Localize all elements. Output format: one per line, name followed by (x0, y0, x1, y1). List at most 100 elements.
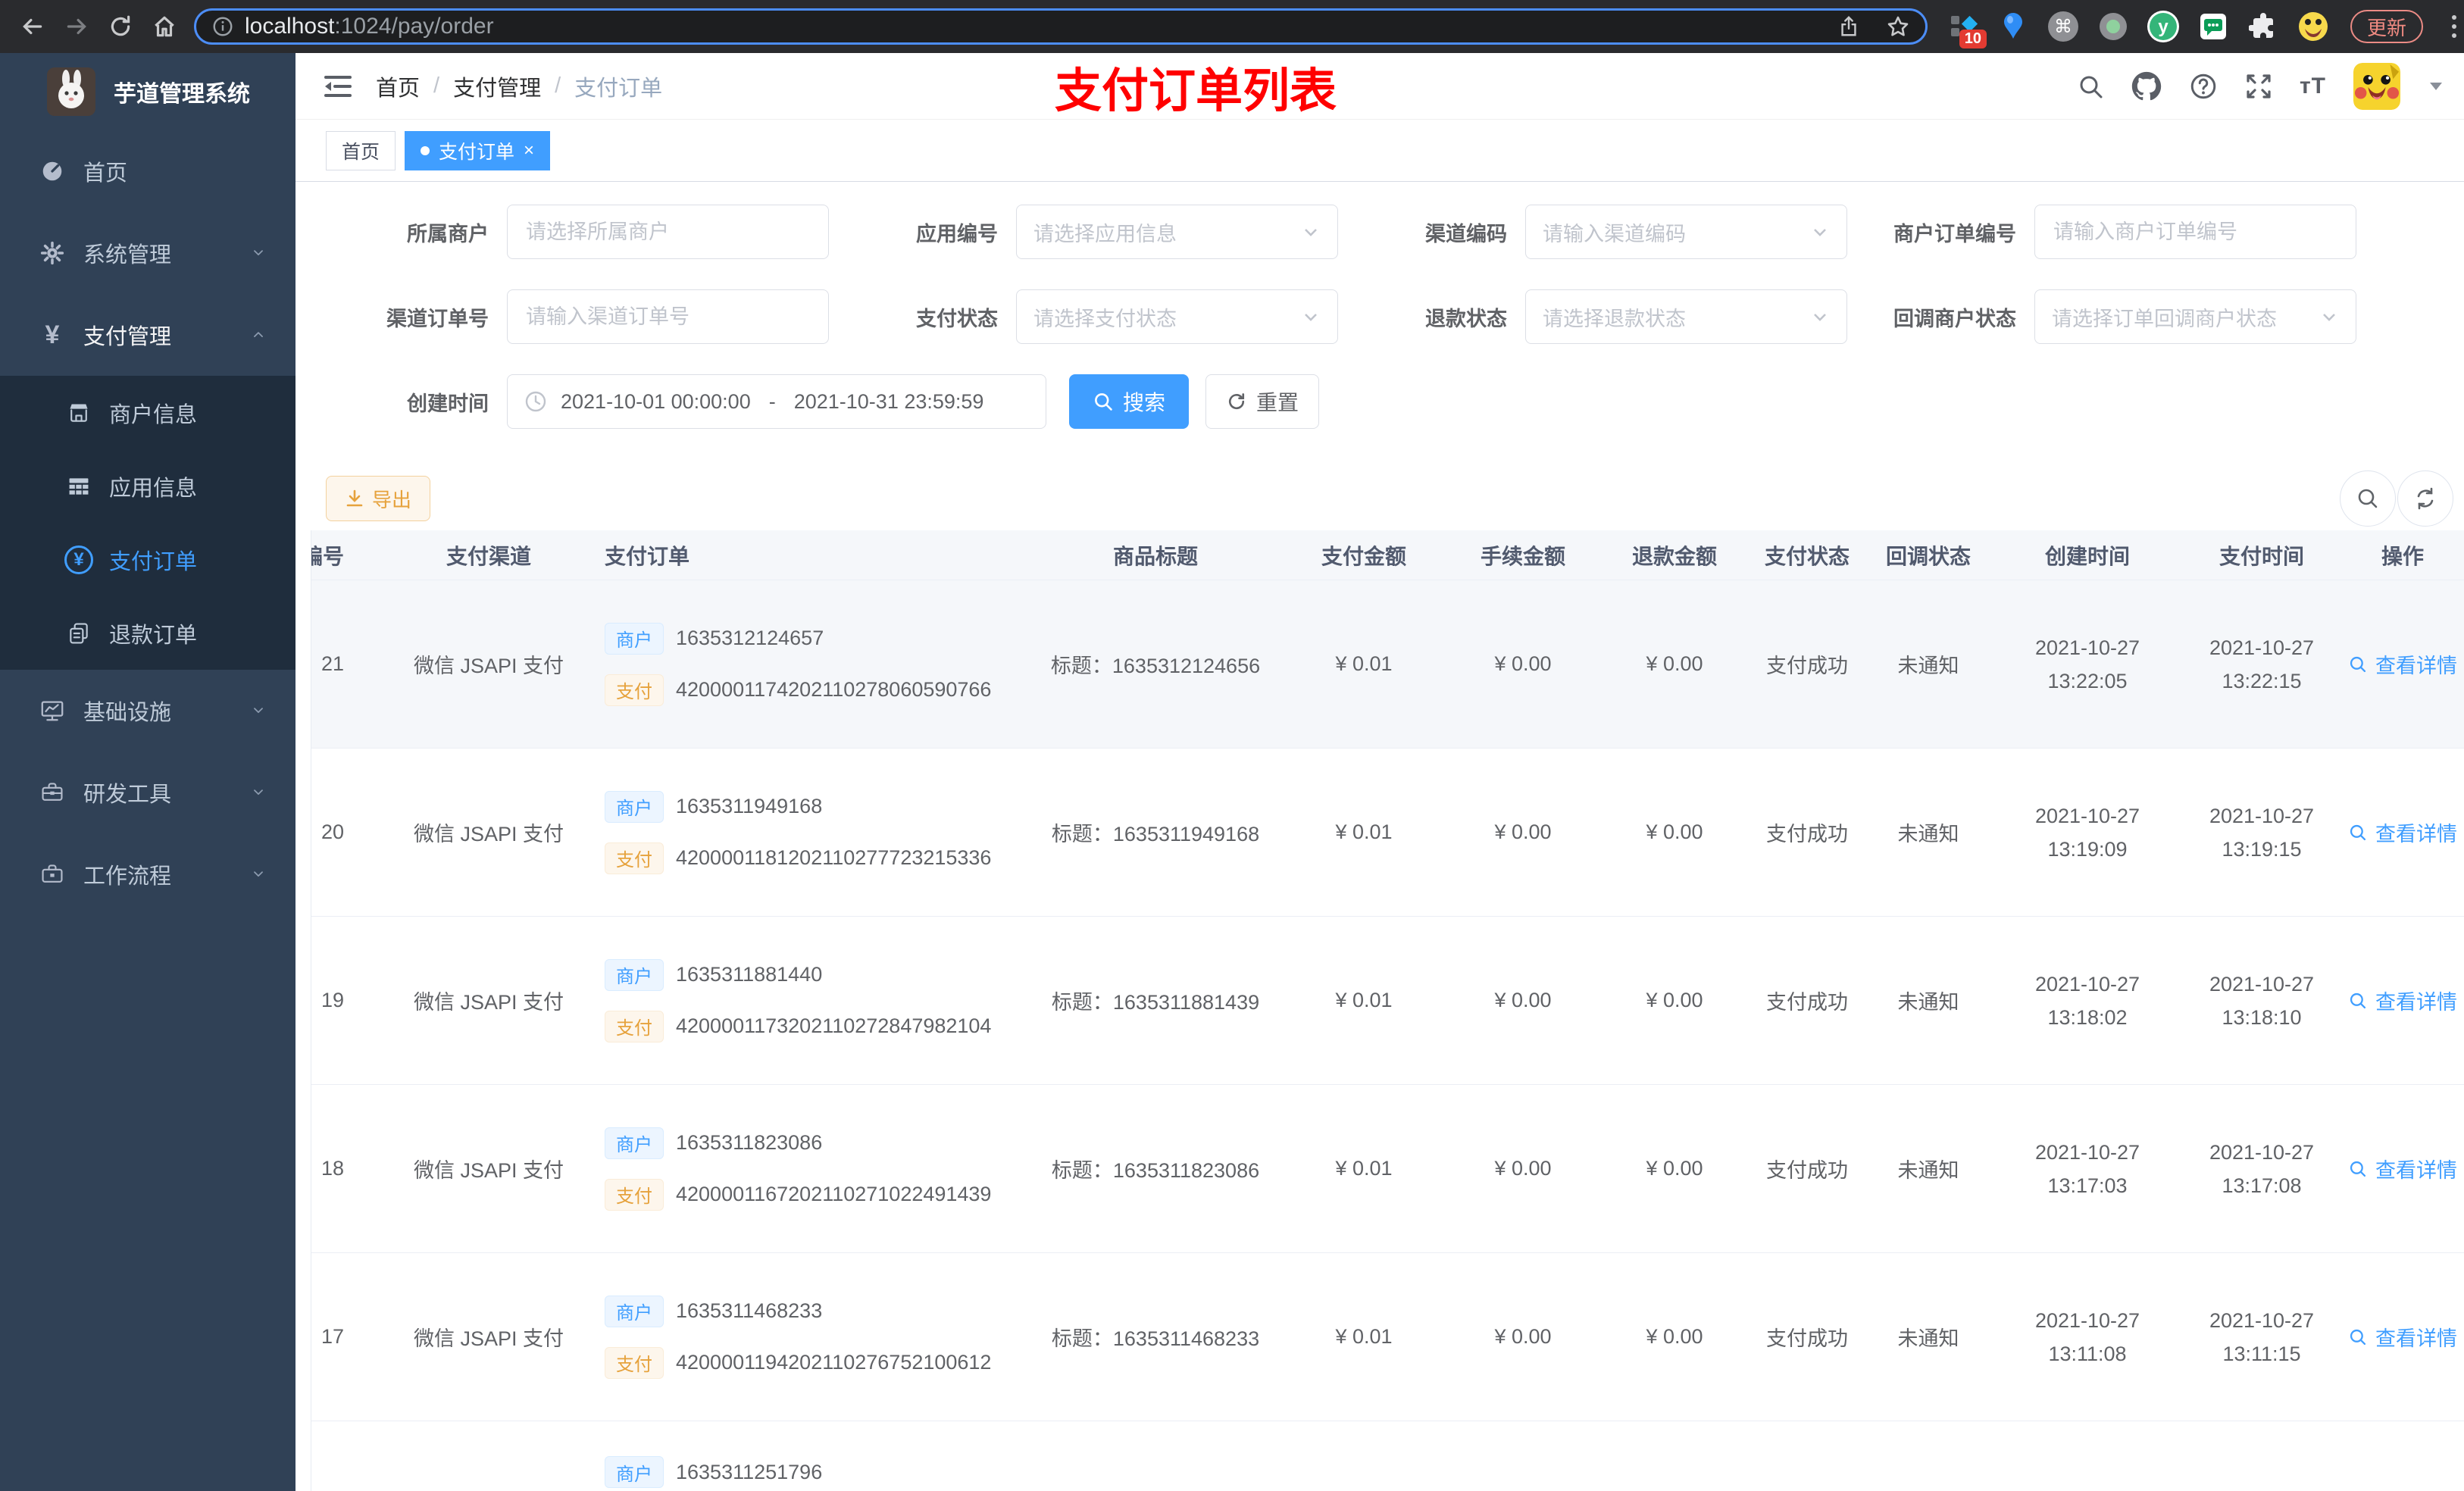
chat-extension-icon[interactable] (2196, 9, 2231, 44)
font-size-icon[interactable]: тT (2300, 73, 2326, 99)
recorder-extension-icon[interactable] (2096, 9, 2131, 44)
sidebar-item-基础设施[interactable]: 基础设施 (0, 670, 295, 752)
cell-product-title: 标题：1635312124656 (1050, 655, 1261, 677)
breadcrumb-home[interactable]: 首页 (376, 70, 420, 102)
refresh-table-button[interactable] (2397, 470, 2453, 527)
avatar[interactable] (2353, 62, 2400, 110)
show-search-toggle-button[interactable] (2340, 470, 2396, 527)
merchant-order-no-input[interactable] (2034, 205, 2356, 259)
sidebar-subitem-支付订单[interactable]: ¥ 支付订单 (0, 523, 295, 596)
profile-emoji-icon[interactable] (2296, 9, 2331, 44)
vue-devtools-extension-icon[interactable]: y (2146, 9, 2181, 44)
topbar: 首页 / 支付管理 / 支付订单 支付订单列表 тT (295, 53, 2464, 120)
column-header-编号: 编号 (311, 544, 344, 568)
browser-extensions: 10 ⌘ y 更新 (1946, 9, 2457, 48)
sidebar-item-系统管理[interactable]: 系统管理 (0, 212, 295, 294)
reset-label: 重置 (1256, 391, 1299, 414)
back-arrow-icon (23, 18, 42, 35)
create-time-separator: - (768, 389, 776, 413)
page-body: 所属商户 应用编号 请选择应用信息 渠道编码 请输入渠道编码 商户订单编号 (295, 182, 2464, 1491)
refund-status-select[interactable]: 请选择退款状态 (1525, 289, 1847, 344)
bookmark-star-icon[interactable] (1886, 14, 1910, 39)
fullscreen-icon[interactable] (2245, 73, 2272, 100)
sidebar-item-label: 基础设施 (83, 701, 172, 725)
sidebar-item-工作流程[interactable]: 工作流程 (0, 833, 295, 915)
browser-update-button[interactable]: 更新 (2350, 10, 2424, 43)
github-icon[interactable] (2131, 71, 2162, 102)
cell-pay-amount: ¥ 0.01 (1335, 652, 1393, 675)
sidebar-item-首页[interactable]: 首页 (0, 130, 295, 212)
view-detail-label: 查看详情 (2375, 1159, 2457, 1182)
reset-button[interactable]: 重置 (1205, 374, 1320, 429)
merchant-tag: 商户 (605, 958, 664, 991)
balloon-pin-icon (2004, 13, 2022, 39)
channel-code-select[interactable]: 请输入渠道编码 (1525, 205, 1847, 259)
active-tab-dot (421, 145, 430, 155)
cell-notify-status: 未通知 (1897, 1159, 1959, 1182)
table-row: 21 微信 JSAPI 支付 商户 1635312124657 支付 4200001174… (311, 580, 2464, 749)
sidebar-subitem-退款订单[interactable]: 退款订单 (0, 596, 295, 670)
cell-refund-amount: ¥ 0.00 (1646, 652, 1703, 675)
export-label: 导出 (372, 488, 412, 511)
chevron-down-icon (1305, 229, 1317, 236)
refund-status-label: 退款状态 (1425, 307, 1507, 330)
channel-order-no-input[interactable] (507, 289, 829, 344)
view-detail-link[interactable]: 查看详情 (2348, 1154, 2457, 1183)
sidebar-subitem-商户信息[interactable]: 商户信息 (0, 376, 295, 449)
cell-actions: 查看详情 (2341, 817, 2464, 847)
svg-text:y: y (2158, 17, 2169, 37)
chat-bubble-icon (2200, 14, 2226, 39)
pay-status-select[interactable]: 请选择支付状态 (1016, 289, 1338, 344)
site-info-icon[interactable] (211, 15, 234, 38)
app-select[interactable]: 请选择应用信息 (1016, 205, 1338, 259)
create-time-range-input[interactable]: 2021-10-01 00:00:00 - 2021-10-31 23:59:5… (507, 374, 1046, 429)
cell-fee-amount: ¥ 0.00 (1494, 1325, 1552, 1348)
help-icon[interactable] (2189, 72, 2218, 101)
command-extension-icon[interactable]: ⌘ (2046, 9, 2081, 44)
view-detail-link[interactable]: 查看详情 (2348, 986, 2457, 1015)
breadcrumb-pay-manage[interactable]: 支付管理 (453, 70, 541, 102)
chevron-down-icon[interactable] (2428, 80, 2444, 93)
toolbox-icon (36, 780, 68, 805)
view-detail-link[interactable]: 查看详情 (2348, 1322, 2457, 1352)
search-icon (2350, 1161, 2366, 1177)
tab-支付订单[interactable]: 支付订单 × (405, 130, 551, 170)
cell-pay-status: 支付成功 (1766, 991, 1848, 1014)
workspaces-extension-icon[interactable]: 10 (1946, 9, 1987, 48)
column-header-商品标题: 商品标题 (1112, 544, 1198, 568)
channel-pay-no-line: 支付 4200001181202110277723215336 (605, 842, 991, 874)
update-label: 更新 (2367, 16, 2407, 39)
sidebar-logo-row[interactable]: 芋道管理系统 (0, 53, 295, 130)
search-icon[interactable] (2077, 73, 2104, 100)
sidebar-collapse-button[interactable] (323, 73, 353, 99)
browser-menu-button[interactable] (2452, 15, 2457, 38)
cell-pay-amount: ¥ 0.01 (1335, 1325, 1393, 1348)
browser-home-button[interactable] (142, 5, 186, 48)
url-bar[interactable]: localhost:1024/pay/order (194, 8, 1928, 45)
search-button[interactable]: 搜索 (1069, 374, 1190, 429)
sidebar-item-支付管理[interactable]: ¥ 支付管理 (0, 294, 295, 376)
callback-status-select[interactable]: 请选择订单回调商户状态 (2034, 289, 2356, 344)
pin-extension-icon[interactable] (1996, 9, 2031, 44)
merchant-input[interactable] (507, 205, 829, 259)
extensions-puzzle-icon[interactable] (2246, 9, 2281, 44)
view-detail-link[interactable]: 查看详情 (2348, 649, 2457, 679)
tab-首页[interactable]: 首页 (326, 130, 396, 170)
pay-status-placeholder: 请选择支付状态 (1033, 307, 1177, 330)
share-icon[interactable] (1837, 15, 1860, 38)
main-content: 首页 / 支付管理 / 支付订单 支付订单列表 тT 首页 支付订单 × 所属商… (295, 53, 2464, 1491)
sidebar-item-研发工具[interactable]: 研发工具 (0, 752, 295, 833)
monitor-icon (36, 698, 68, 724)
browser-forward-button[interactable] (55, 5, 98, 48)
sidebar-subitem-应用信息[interactable]: 应用信息 (0, 449, 295, 523)
filter-create-time: 创建时间 2021-10-01 00:00:00 - 2021-10-31 23… (356, 374, 1046, 429)
browser-reload-button[interactable] (98, 5, 142, 48)
close-icon[interactable]: × (524, 141, 534, 160)
export-button[interactable]: 导出 (326, 476, 431, 521)
browser-back-button[interactable] (11, 5, 55, 48)
cell-refund-amount: ¥ 0.00 (1646, 1325, 1703, 1348)
column-header-支付状态: 支付状态 (1764, 544, 1850, 568)
view-detail-link[interactable]: 查看详情 (2348, 817, 2457, 847)
breadcrumb-separator: / (555, 73, 561, 98)
table-row-partial: 商户 1635311251796 (311, 1421, 2464, 1491)
